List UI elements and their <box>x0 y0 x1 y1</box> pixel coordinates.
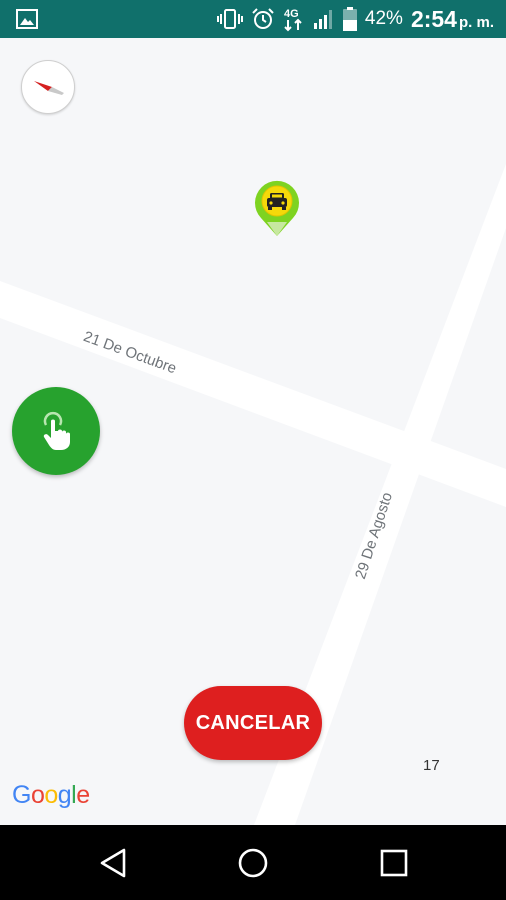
battery-percent: 42% <box>364 8 403 29</box>
back-button[interactable] <box>84 825 144 900</box>
home-button[interactable] <box>223 825 283 900</box>
navigation-bar <box>0 825 506 900</box>
taxi-icon <box>255 180 299 236</box>
clock-time: 2:54 <box>410 5 457 32</box>
compass-button[interactable] <box>21 60 75 114</box>
status-clock: 2:54 p. m. <box>411 6 494 33</box>
recents-button[interactable] <box>364 825 424 900</box>
cancel-button[interactable]: CANCELAR <box>184 686 322 760</box>
map-view[interactable]: 21 De Octubre 29 De Agosto 17 CANCELAR G… <box>0 38 506 825</box>
map-number-label: 17 <box>423 757 440 774</box>
home-icon <box>238 848 268 878</box>
compass-icon <box>34 81 64 95</box>
status-bar: 4G 42% 2:54 p. m. <box>0 0 506 38</box>
alarm-icon <box>252 8 274 29</box>
svg-text:4G: 4G <box>284 8 299 20</box>
clock-suffix: p. m. <box>458 13 494 31</box>
signal-icon <box>313 10 332 29</box>
vibrate-icon <box>216 9 243 29</box>
image-icon <box>16 9 38 29</box>
tap-fab-button[interactable] <box>12 387 100 475</box>
tap-hand-icon <box>43 411 70 450</box>
taxi-marker[interactable] <box>249 176 305 240</box>
4g-data-icon: 4G <box>284 8 302 32</box>
battery-icon <box>342 7 357 31</box>
back-icon <box>100 848 126 878</box>
google-attribution: Google <box>12 781 90 809</box>
recents-icon <box>380 849 408 877</box>
status-icons: 4G 42% 2:54 p. m. <box>216 0 494 38</box>
